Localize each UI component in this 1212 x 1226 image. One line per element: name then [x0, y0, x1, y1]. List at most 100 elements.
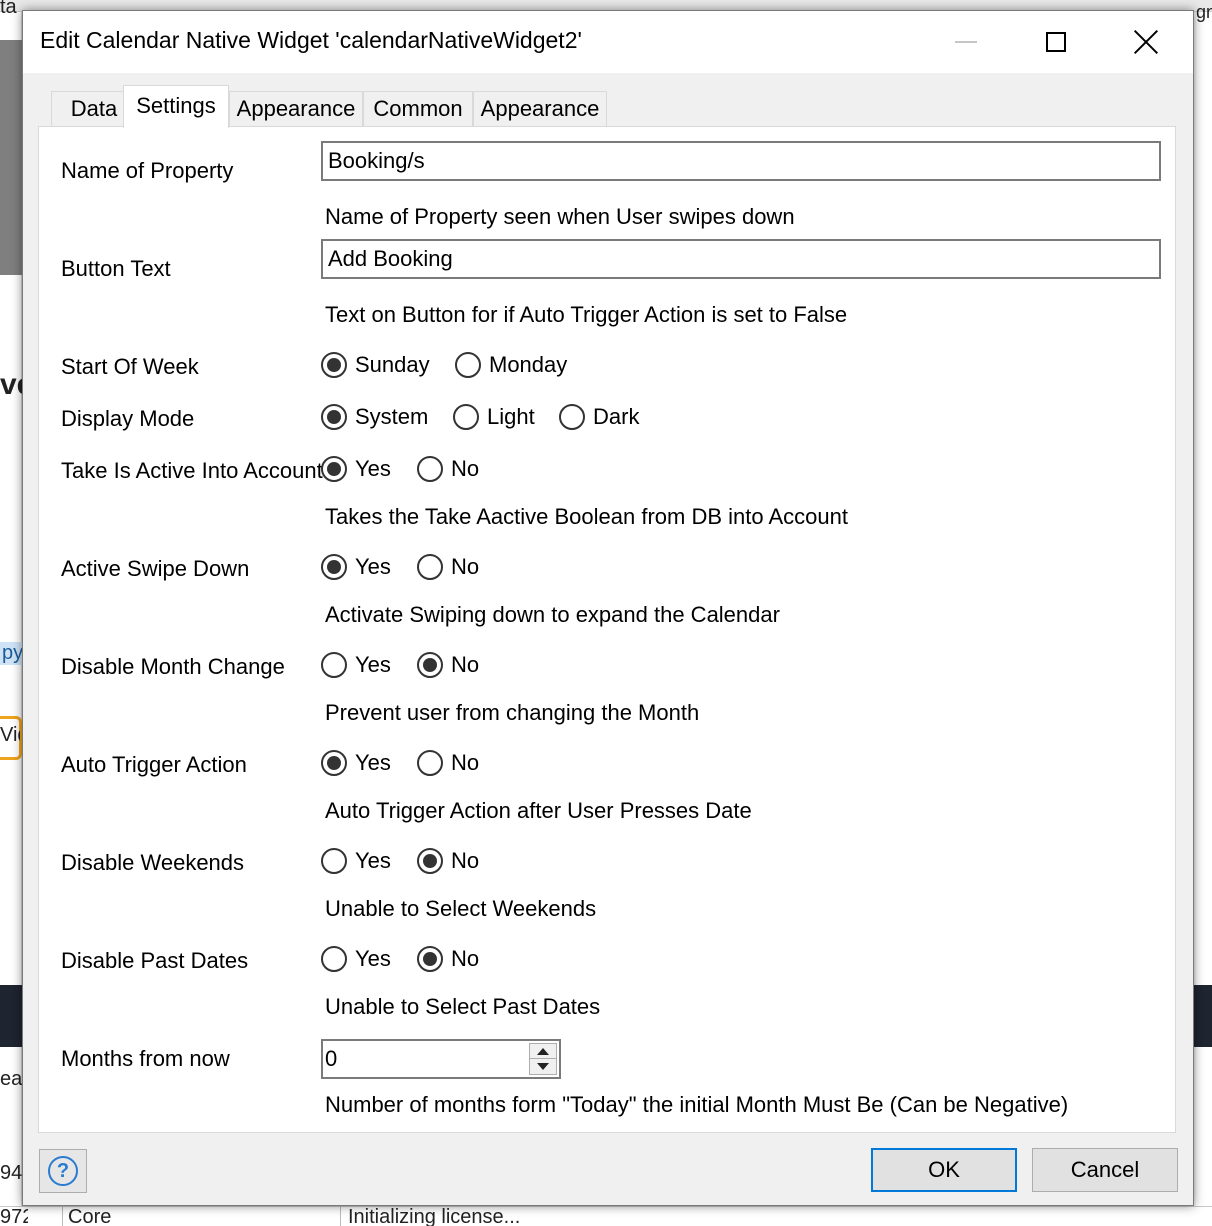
auto-trigger-action-yes-radio[interactable]: Yes: [321, 750, 391, 776]
background-link-fragment: py: [0, 642, 22, 665]
disable-weekends-description: Unable to Select Weekends: [325, 896, 597, 921]
take-is-active-no-radio[interactable]: No: [417, 456, 479, 482]
background-log-row: [0, 1206, 1212, 1226]
tab-settings[interactable]: Settings: [123, 85, 229, 128]
background-heading-fragment: ve: [0, 368, 22, 401]
background-text-fragment: Vid: [0, 724, 20, 746]
radio-unchecked-icon: [453, 404, 479, 430]
tab-appearance[interactable]: Appearance: [229, 91, 363, 127]
radio-unchecked-icon: [321, 652, 347, 678]
take-is-active-yes-radio[interactable]: Yes: [321, 456, 391, 482]
name-of-property-input[interactable]: Booking/s: [321, 141, 1161, 181]
disable-weekends-yes-radio[interactable]: Yes: [321, 848, 391, 874]
tab-common[interactable]: Common: [363, 91, 473, 127]
radio-unchecked-icon: [417, 456, 443, 482]
close-button[interactable]: [1101, 11, 1191, 73]
active-swipe-down-yes-radio[interactable]: Yes: [321, 554, 391, 580]
radio-unchecked-icon: [321, 946, 347, 972]
background-text-fragment: ta: [0, 0, 17, 18]
radio-checked-icon: [417, 652, 443, 678]
chevron-down-icon: [537, 1063, 549, 1070]
disable-past-dates-yes-radio[interactable]: Yes: [321, 946, 391, 972]
background-image-block: [0, 40, 22, 275]
settings-panel: Name of Property Booking/s Name of Prope…: [38, 126, 1176, 1133]
months-from-now-value[interactable]: 0: [325, 1043, 337, 1075]
display-mode-light-radio[interactable]: Light: [453, 404, 535, 430]
months-from-now-label: Months from now: [61, 1046, 230, 1071]
radio-label: No: [451, 946, 480, 971]
radio-label: No: [451, 652, 480, 677]
background-text-fragment: gn: [1196, 2, 1212, 22]
minimize-icon: [955, 41, 977, 43]
auto-trigger-action-no-radio[interactable]: No: [417, 750, 479, 776]
active-swipe-down-description: Activate Swiping down to expand the Cale…: [325, 602, 780, 627]
radio-label: Yes: [355, 946, 391, 971]
stepper-up-button[interactable]: [530, 1044, 556, 1059]
radio-checked-icon: [321, 750, 347, 776]
radio-label: No: [451, 554, 480, 579]
radio-checked-icon: [321, 352, 347, 378]
disable-month-change-no-radio[interactable]: No: [417, 652, 479, 678]
help-button[interactable]: ?: [39, 1149, 87, 1193]
minimize-button[interactable]: [921, 11, 1011, 73]
take-is-active-description: Takes the Take Aactive Boolean from DB i…: [325, 504, 849, 529]
radio-unchecked-icon: [417, 554, 443, 580]
radio-label: No: [451, 848, 480, 873]
name-of-property-description: Name of Property seen when User swipes d…: [325, 204, 795, 229]
disable-month-change-yes-radio[interactable]: Yes: [321, 652, 391, 678]
months-from-now-stepper[interactable]: 0: [321, 1039, 561, 1079]
radio-checked-icon: [321, 404, 347, 430]
button-text-label: Button Text: [61, 256, 171, 281]
radio-checked-icon: [417, 848, 443, 874]
disable-weekends-no-radio[interactable]: No: [417, 848, 479, 874]
take-is-active-label: Take Is Active Into Account: [61, 458, 323, 483]
radio-label: Light: [487, 404, 535, 429]
chevron-up-icon: [537, 1047, 549, 1055]
radio-unchecked-icon: [321, 848, 347, 874]
start-of-week-sunday-radio[interactable]: Sunday: [321, 352, 430, 378]
dialog-titlebar[interactable]: Edit Calendar Native Widget 'calendarNat…: [23, 11, 1193, 73]
radio-label: Sunday: [355, 352, 430, 377]
radio-label: Monday: [489, 352, 568, 377]
disable-month-change-label: Disable Month Change: [61, 654, 285, 679]
cancel-button[interactable]: Cancel: [1032, 1148, 1178, 1192]
button-text-input[interactable]: Add Booking: [321, 239, 1161, 279]
question-circle-icon: ?: [48, 1156, 78, 1186]
disable-weekends-label: Disable Weekends: [61, 850, 245, 875]
start-of-week-label: Start Of Week: [61, 354, 199, 379]
background-row-number: 972: [0, 1206, 28, 1226]
radio-label: Yes: [355, 750, 391, 775]
auto-trigger-action-description: Auto Trigger Action after User Presses D…: [325, 798, 752, 823]
radio-label: System: [355, 404, 429, 429]
name-of-property-label: Name of Property: [61, 158, 234, 183]
active-swipe-down-no-radio[interactable]: No: [417, 554, 479, 580]
display-mode-label: Display Mode: [61, 406, 195, 431]
stepper-buttons: [529, 1043, 557, 1075]
maximize-button[interactable]: [1011, 11, 1101, 73]
edit-widget-dialog: Edit Calendar Native Widget 'calendarNat…: [22, 10, 1194, 1206]
background-log-category: Core: [68, 1206, 112, 1226]
start-of-week-monday-radio[interactable]: Monday: [455, 352, 567, 378]
background-text-fragment: ea: [0, 1068, 22, 1090]
radio-label: Yes: [355, 456, 391, 481]
ok-button[interactable]: OK: [871, 1148, 1017, 1192]
radio-label: Yes: [355, 848, 391, 873]
disable-past-dates-label: Disable Past Dates: [61, 948, 249, 973]
display-mode-dark-radio[interactable]: Dark: [559, 404, 639, 430]
button-text-description: Text on Button for if Auto Trigger Actio…: [325, 302, 848, 327]
display-mode-system-radio[interactable]: System: [321, 404, 428, 430]
radio-label: No: [451, 456, 480, 481]
stepper-down-button[interactable]: [530, 1059, 556, 1074]
background-row-number: 942: [0, 1162, 22, 1184]
radio-unchecked-icon: [559, 404, 585, 430]
disable-past-dates-no-radio[interactable]: No: [417, 946, 479, 972]
radio-checked-icon: [417, 946, 443, 972]
tab-appearance-2[interactable]: Appearance: [473, 91, 607, 127]
disable-past-dates-description: Unable to Select Past Dates: [325, 994, 601, 1019]
disable-month-change-description: Prevent user from changing the Month: [325, 700, 700, 725]
background-column-divider: [340, 1206, 341, 1226]
maximize-icon: [1046, 32, 1066, 52]
radio-label: Yes: [355, 554, 391, 579]
radio-label: Yes: [355, 652, 391, 677]
active-swipe-down-label: Active Swipe Down: [61, 556, 250, 581]
